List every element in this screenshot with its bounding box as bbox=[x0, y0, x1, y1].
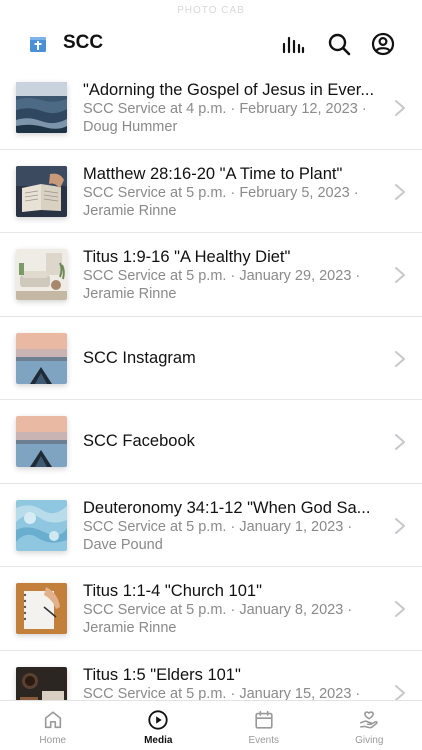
play-circle-icon bbox=[148, 710, 168, 730]
item-speaker: Jeramie Rinne bbox=[83, 202, 177, 219]
tab-giving-label: Giving bbox=[355, 735, 384, 746]
list-item[interactable]: Titus 1:9-16 "A Healthy Diet" SCC Servic… bbox=[0, 233, 422, 317]
status-bar: PHOTO CAB bbox=[0, 0, 422, 22]
bible-logo-icon bbox=[29, 35, 47, 53]
item-title: SCC Facebook bbox=[83, 432, 195, 450]
list-item[interactable]: Matthew 28:16-20 "A Time to Plant" SCC S… bbox=[0, 150, 422, 233]
item-subtitle: SCC Service at 5 p.m. · January 8, 2023 … bbox=[83, 602, 353, 618]
thumbnail-open-bible bbox=[16, 165, 67, 217]
chevron-right-icon bbox=[394, 684, 406, 700]
item-subtitle: SCC Service at 5 p.m. · January 1, 2023 … bbox=[83, 518, 353, 535]
item-title: SCC Instagram bbox=[83, 348, 196, 367]
app-title: SCC bbox=[63, 32, 104, 53]
thumbnail-kayak-lake bbox=[16, 416, 67, 467]
thumbnail-desk-coffee bbox=[16, 666, 67, 700]
list-item[interactable]: "Adorning the Gospel of Jesus in Ever...… bbox=[0, 66, 422, 150]
list-item[interactable]: SCC Instagram bbox=[0, 317, 422, 400]
item-title: Titus 1:1-4 "Church 101" bbox=[83, 582, 262, 600]
list-item[interactable]: SCC Facebook bbox=[0, 400, 422, 484]
account-icon[interactable] bbox=[371, 32, 395, 56]
home-icon bbox=[44, 711, 61, 729]
chevron-right-icon bbox=[394, 350, 406, 368]
list-item[interactable]: Titus 1:5 "Elders 101" SCC Service at 5 … bbox=[0, 651, 422, 701]
thumbnail-blue-water bbox=[16, 499, 67, 551]
item-subtitle: SCC Service at 4 p.m. · February 12, 202… bbox=[83, 101, 367, 117]
thumbnail-kayak-lake bbox=[16, 332, 67, 384]
calendar-icon bbox=[255, 710, 273, 729]
item-speaker: Jeramie Rinne bbox=[83, 620, 177, 636]
chevron-right-icon bbox=[394, 433, 406, 451]
item-title: "Adorning the Gospel of Jesus in Ever... bbox=[83, 81, 375, 99]
list-item[interactable]: Titus 1:1-4 "Church 101" SCC Service at … bbox=[0, 567, 422, 651]
item-title: Titus 1:9-16 "A Healthy Diet" bbox=[83, 248, 291, 266]
tab-events[interactable]: Events bbox=[211, 701, 317, 750]
chevron-right-icon bbox=[394, 517, 406, 535]
chevron-right-icon bbox=[394, 600, 406, 618]
item-subtitle: SCC Service at 5 p.m. · January 29, 2023… bbox=[83, 268, 361, 284]
list-item[interactable]: Deuteronomy 34:1-12 "When God Sa... SCC … bbox=[0, 484, 422, 567]
app-header: SCC bbox=[0, 22, 422, 66]
tab-home[interactable]: Home bbox=[0, 701, 106, 750]
search-icon[interactable] bbox=[327, 32, 351, 56]
chevron-right-icon bbox=[394, 183, 406, 201]
chevron-right-icon bbox=[394, 266, 406, 284]
tab-giving[interactable]: Giving bbox=[317, 701, 422, 750]
audio-bars-icon[interactable] bbox=[281, 32, 305, 56]
item-title: Deuteronomy 34:1-12 "When God Sa... bbox=[83, 498, 371, 517]
item-speaker: Dave Pound bbox=[83, 536, 163, 553]
thumbnail-notebook-writing bbox=[16, 583, 67, 634]
status-text: PHOTO CAB bbox=[177, 5, 245, 16]
item-title: Matthew 28:16-20 "A Time to Plant" bbox=[83, 164, 343, 183]
item-speaker: Doug Hummer bbox=[83, 119, 178, 135]
tab-home-label: Home bbox=[39, 735, 67, 746]
thumbnail-living-room bbox=[16, 249, 67, 300]
item-subtitle: SCC Service at 5 p.m. · February 5, 2023… bbox=[83, 184, 359, 201]
media-list: "Adorning the Gospel of Jesus in Ever...… bbox=[0, 66, 422, 700]
tab-bar: Home Media Events Giving bbox=[0, 700, 422, 750]
tab-media[interactable]: Media bbox=[106, 701, 212, 750]
tab-events-label: Events bbox=[248, 735, 280, 746]
thumbnail-ocean-waves bbox=[16, 82, 67, 133]
item-speaker: Jeramie Rinne bbox=[83, 286, 177, 302]
tab-media-label: Media bbox=[144, 735, 173, 746]
giving-hand-icon bbox=[360, 711, 378, 729]
item-title: Titus 1:5 "Elders 101" bbox=[83, 665, 241, 684]
item-subtitle: SCC Service at 5 p.m. · January 15, 2023… bbox=[83, 685, 361, 701]
chevron-right-icon bbox=[394, 99, 406, 117]
